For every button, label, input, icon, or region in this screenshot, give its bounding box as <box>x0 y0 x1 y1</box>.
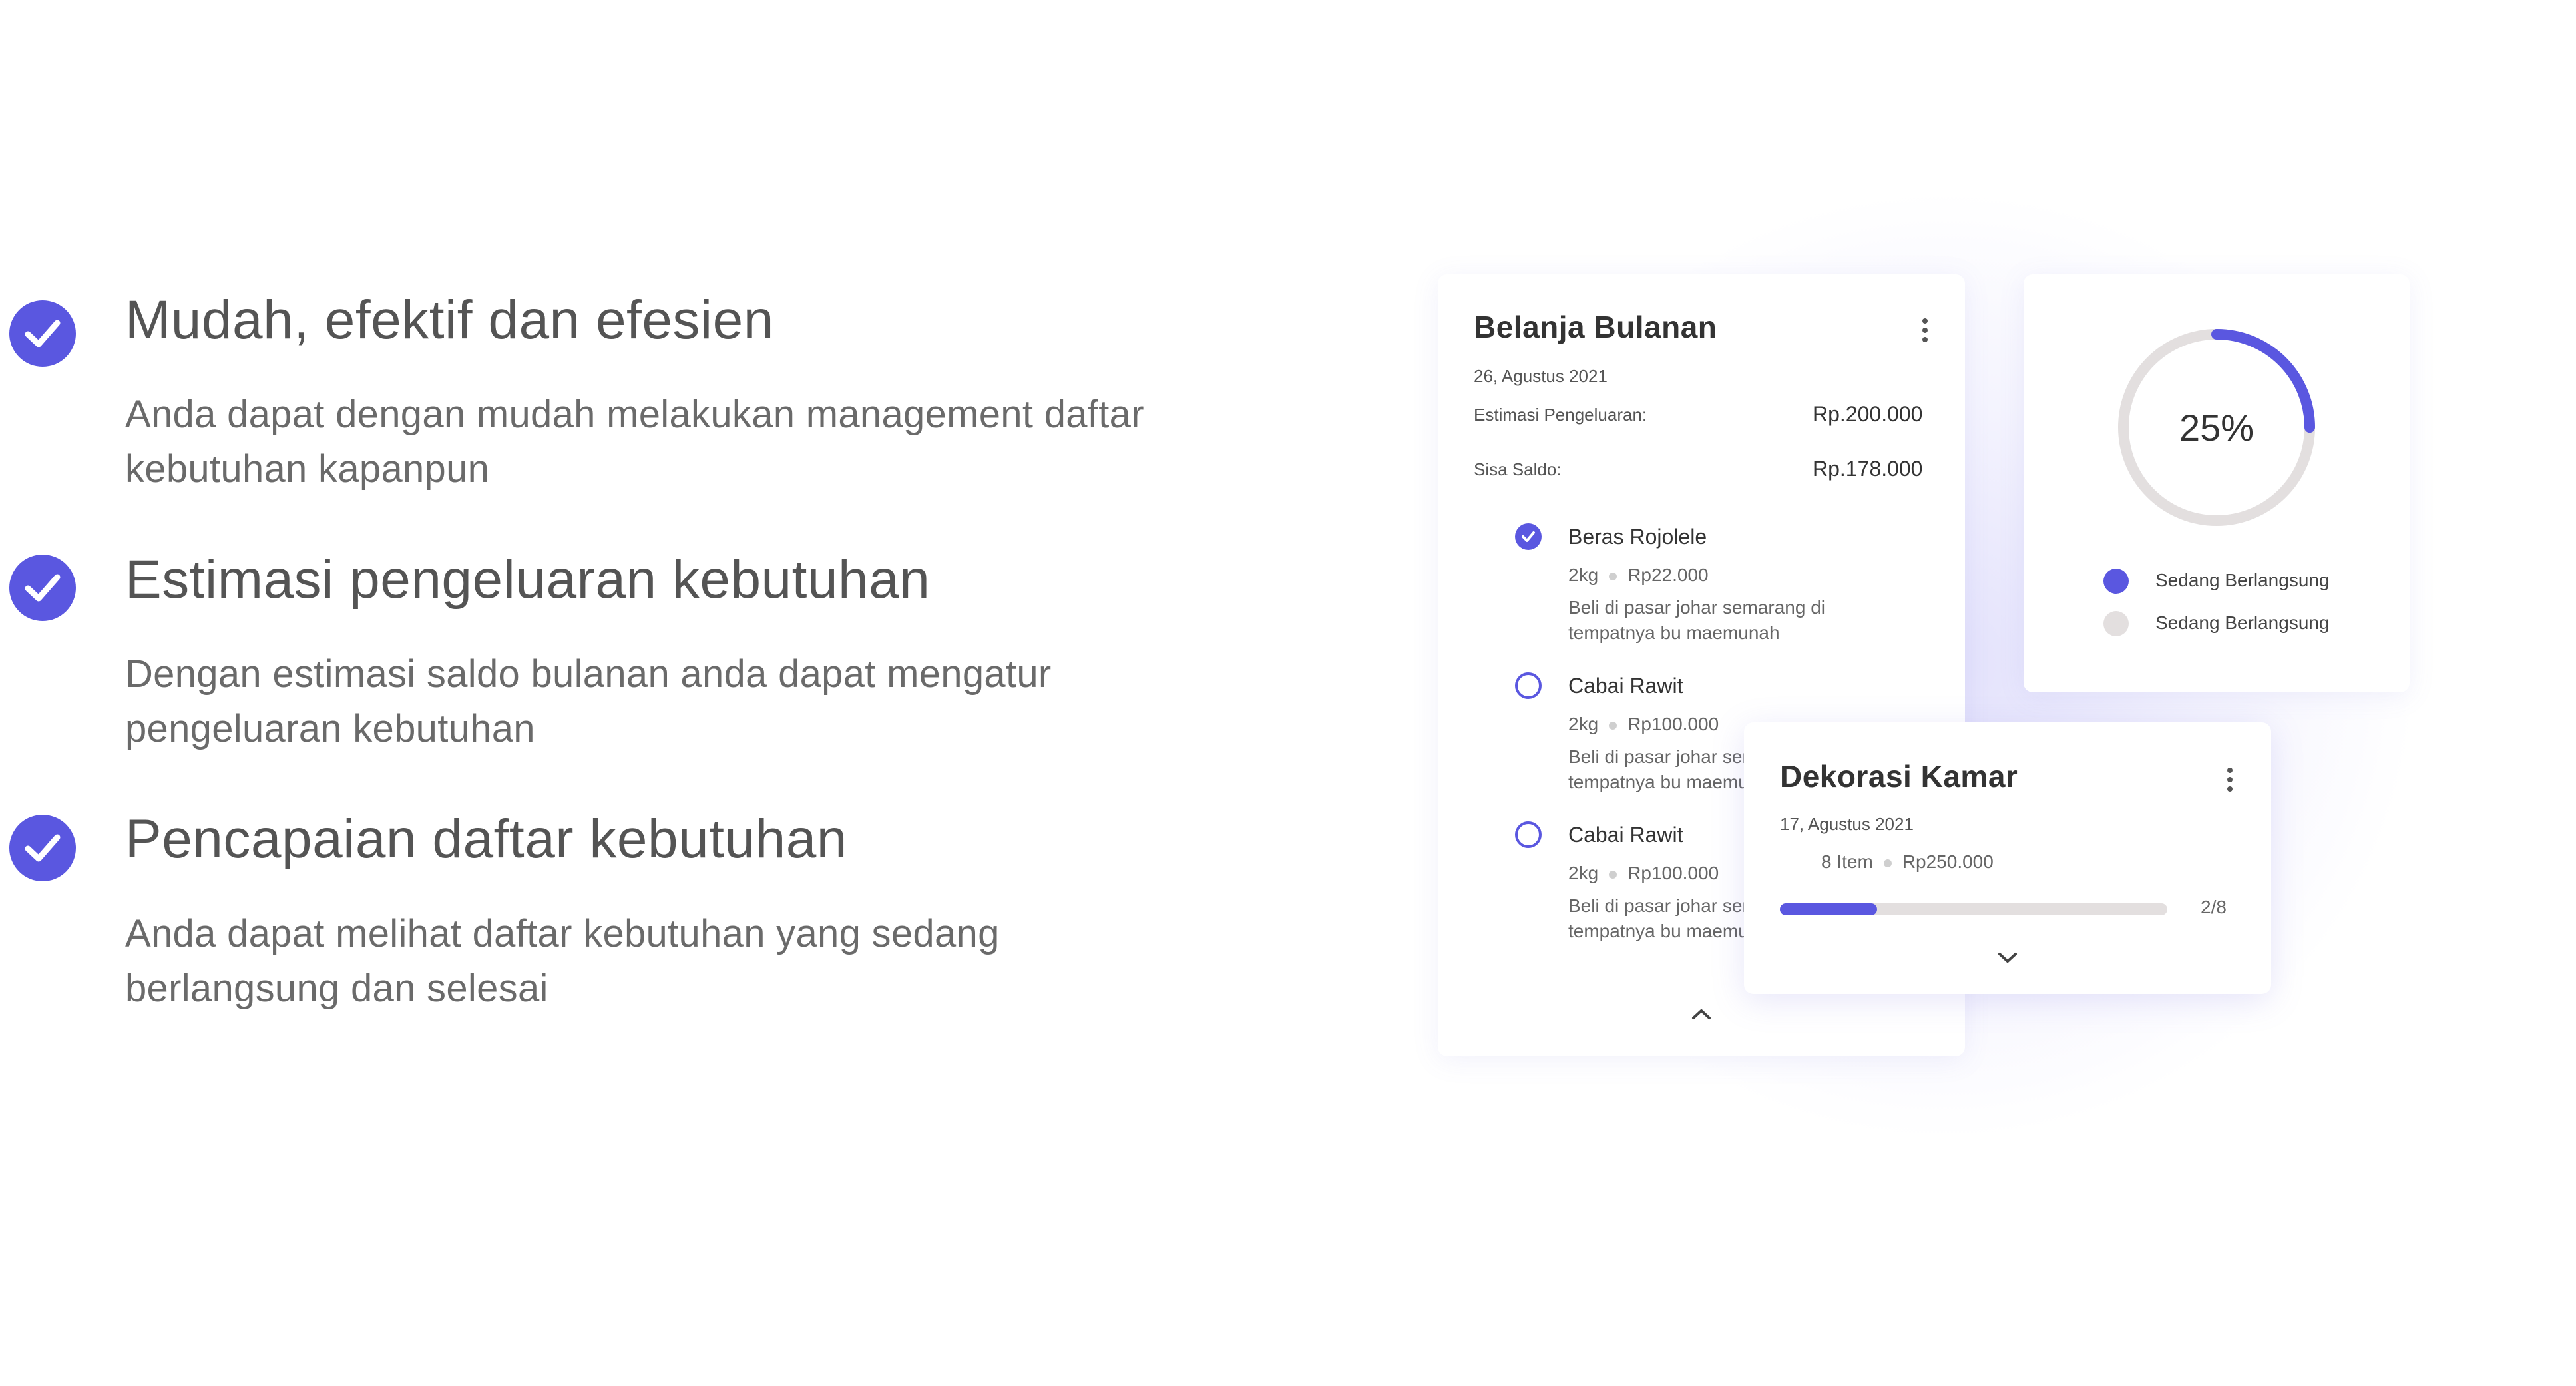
item-qty: 2kg <box>1568 565 1599 585</box>
estimate-value: Rp.200.000 <box>1813 402 1923 426</box>
progress-bar <box>1780 903 2167 915</box>
feature-description: Dengan estimasi saldo bulanan anda dapat… <box>125 652 1052 750</box>
legend-dot-active <box>2103 569 2129 594</box>
check-circle-icon <box>9 815 76 881</box>
card-date: 17, Agustus 2021 <box>1780 814 1914 834</box>
item-checkbox-unchecked[interactable] <box>1515 821 1542 848</box>
more-options-icon[interactable] <box>2220 764 2240 804</box>
items-count: 8 Item <box>1821 851 1873 872</box>
feature-description: Anda dapat melihat daftar kebutuhan yang… <box>125 912 1000 1010</box>
legend-dot-inactive <box>2103 611 2129 636</box>
legend-label: Sedang Berlangsung <box>2155 612 2330 633</box>
feature-title: Mudah, efektif dan efesien <box>125 290 774 350</box>
chevron-down-icon[interactable] <box>1994 949 2021 966</box>
balance-label: Sisa Saldo: <box>1474 459 1562 479</box>
feature-title: Pencapaian daftar kebutuhan <box>125 809 847 869</box>
item-name: Cabai Rawit <box>1568 823 1683 847</box>
check-circle-icon <box>9 300 76 367</box>
card-amount: Rp250.000 <box>1902 851 1994 872</box>
check-circle-icon <box>9 555 76 621</box>
feature-description: Anda dapat dengan mudah melakukan manage… <box>125 393 1144 491</box>
item-qty: 2kg <box>1568 863 1599 883</box>
item-price: Rp22.000 <box>1627 565 1709 585</box>
item-note: Beli di pasar johar semarang di tempatny… <box>1568 597 1825 643</box>
card-title: Belanja Bulanan <box>1474 310 1717 344</box>
chevron-up-icon[interactable] <box>1688 1005 1715 1023</box>
item-qty: 2kg <box>1568 714 1599 734</box>
item-checkbox-checked[interactable] <box>1515 523 1542 550</box>
card-date: 26, Agustus 2021 <box>1474 366 1608 386</box>
item-meta: 2kg Rp100.000 <box>1568 714 1719 735</box>
balance-value: Rp.178.000 <box>1813 457 1923 481</box>
estimate-label: Estimasi Pengeluaran: <box>1474 405 1647 425</box>
card-title: Dekorasi Kamar <box>1780 759 2018 794</box>
item-name: Cabai Rawit <box>1568 674 1683 698</box>
more-options-icon[interactable] <box>1915 314 1935 354</box>
item-price: Rp100.000 <box>1627 863 1719 883</box>
progress-percent: 25% <box>2179 407 2254 449</box>
progress-bar-fill <box>1780 903 1877 915</box>
card-dekorasi-kamar[interactable]: Dekorasi Kamar 17, Agustus 2021 8 Item Rp… <box>1744 722 2271 994</box>
item-meta: 2kg Rp22.000 <box>1568 565 1709 586</box>
card-summary: 8 Item Rp250.000 <box>1821 851 1994 873</box>
dot-separator <box>1609 721 1617 730</box>
progress-count: 2/8 <box>2201 897 2227 917</box>
item-meta: 2kg Rp100.000 <box>1568 863 1719 884</box>
item-checkbox-unchecked[interactable] <box>1515 672 1542 699</box>
feature-title: Estimasi pengeluaran kebutuhan <box>125 549 931 610</box>
card-progress: 25% Sedang Berlangsung Sedang Berlangsun… <box>2024 274 2410 692</box>
dot-separator <box>1883 859 1892 867</box>
legend-label: Sedang Berlangsung <box>2155 570 2330 590</box>
dot-separator <box>1609 870 1617 879</box>
item-name: Beras Rojolele <box>1568 525 1707 549</box>
dot-separator <box>1609 572 1617 580</box>
item-price: Rp100.000 <box>1627 714 1719 734</box>
